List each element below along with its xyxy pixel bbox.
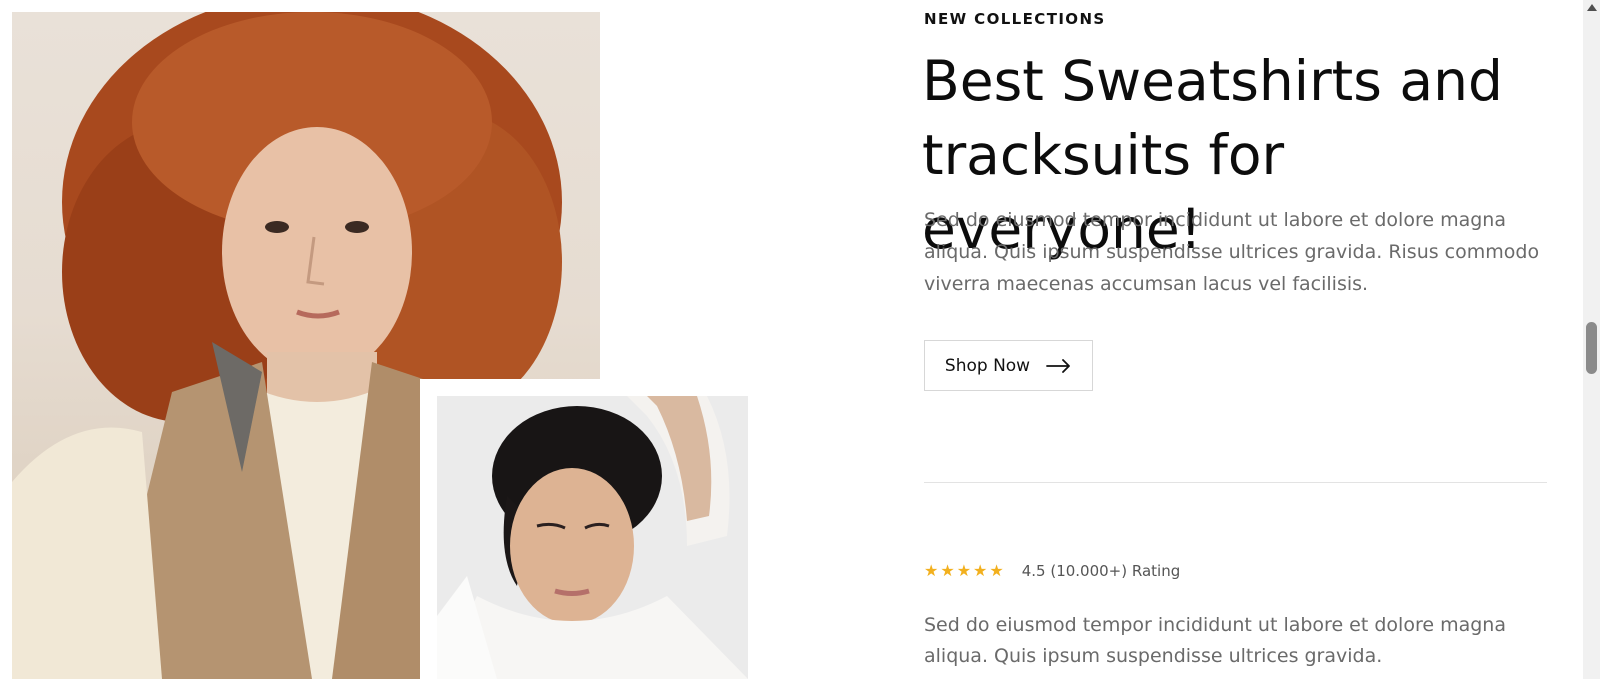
star-icon: ★ [940, 561, 955, 580]
rating-summary: ★ ★ ★ ★ ★ 4.5 (10.000+) Rating [924, 562, 1181, 581]
page-scrollbar[interactable] [1583, 0, 1600, 679]
man-portrait-illustration [437, 396, 748, 679]
arrow-right-icon [1046, 358, 1070, 373]
hero-description: Sed do eiusmod tempor incididunt ut labo… [924, 209, 1540, 295]
rating-text: 4.5 (10.000+) Rating [1021, 562, 1181, 580]
hero-image-secondary [437, 396, 748, 679]
shop-now-label: Shop Now [944, 355, 1031, 376]
collection-kicker: NEW COLLECTIONS [924, 10, 1106, 28]
star-icon: ★ [989, 561, 1004, 580]
shop-now-button[interactable]: Shop Now [924, 340, 1093, 391]
star-icon: ★ [956, 561, 972, 580]
star-icon: ★ [924, 561, 939, 580]
scrollbar-thumb[interactable] [1586, 322, 1597, 374]
rating-stars: ★ ★ ★ ★ ★ [924, 562, 1004, 580]
star-icon: ★ [973, 561, 988, 580]
secondary-description: Sed do eiusmod tempor incididunt ut labo… [924, 614, 1506, 667]
scroll-up-arrow-icon[interactable] [1587, 4, 1597, 11]
section-divider [924, 482, 1547, 483]
